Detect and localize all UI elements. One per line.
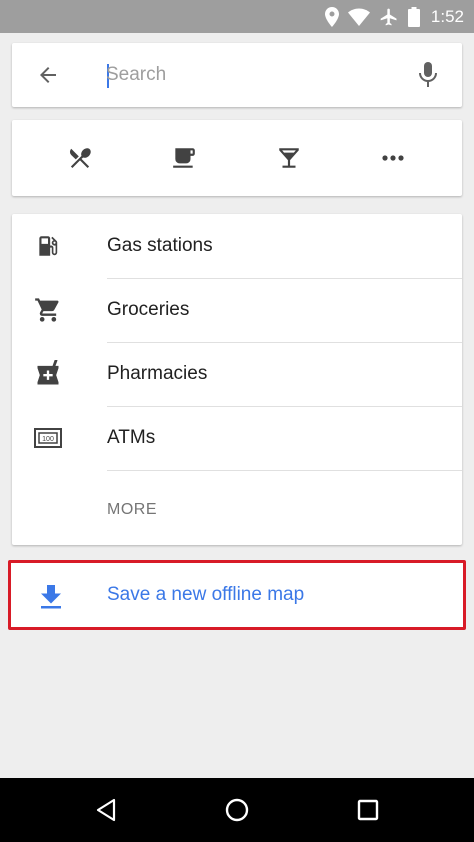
- more-horiz-icon[interactable]: [377, 142, 409, 174]
- system-nav-bar: [0, 778, 474, 842]
- list-item-label: Groceries: [107, 299, 190, 320]
- list-item-gas-stations[interactable]: Gas stations: [12, 214, 462, 278]
- status-time: 1:52: [430, 6, 464, 26]
- coffee-icon[interactable]: [168, 142, 200, 174]
- svg-text:100: 100: [42, 436, 54, 443]
- list-item-label: Pharmacies: [107, 363, 208, 384]
- save-offline-map-button[interactable]: Save a new offline map: [8, 560, 466, 630]
- recents-square-icon[interactable]: [350, 792, 386, 828]
- list-item-label: Gas stations: [107, 235, 213, 256]
- shopping-cart-icon: [34, 296, 62, 324]
- search-input[interactable]: [106, 57, 406, 93]
- list-item-pharmacies[interactable]: Pharmacies: [12, 342, 462, 406]
- more-button[interactable]: MORE: [107, 490, 157, 530]
- download-icon: [37, 583, 65, 611]
- airplane-icon: [379, 7, 399, 27]
- home-circle-icon[interactable]: [219, 792, 255, 828]
- atm-icon: 100: [34, 424, 62, 452]
- offline-map-label: Save a new offline map: [107, 584, 305, 605]
- restaurant-icon[interactable]: [64, 142, 96, 174]
- status-icons: 1:52: [324, 0, 464, 33]
- bar-icon[interactable]: [273, 142, 305, 174]
- location-icon: [324, 6, 339, 27]
- category-shortcuts: [12, 120, 462, 196]
- divider: [107, 470, 462, 471]
- wifi-icon: [347, 8, 370, 26]
- list-item-label: ATMs: [107, 427, 156, 448]
- list-item-groceries[interactable]: Groceries: [12, 278, 462, 342]
- pharmacy-icon: [34, 360, 62, 388]
- search-bar: [12, 43, 462, 107]
- back-triangle-icon[interactable]: [88, 792, 124, 828]
- gas-station-icon: [34, 232, 62, 260]
- list-item-atms[interactable]: 100 ATMs: [12, 406, 462, 470]
- arrow-back-icon[interactable]: [32, 59, 64, 91]
- battery-icon: [407, 6, 420, 27]
- mic-icon[interactable]: [412, 59, 444, 91]
- status-bar: 1:52: [0, 0, 474, 33]
- places-list: Gas stations Groceries Pharmacies 100 AT…: [12, 214, 462, 545]
